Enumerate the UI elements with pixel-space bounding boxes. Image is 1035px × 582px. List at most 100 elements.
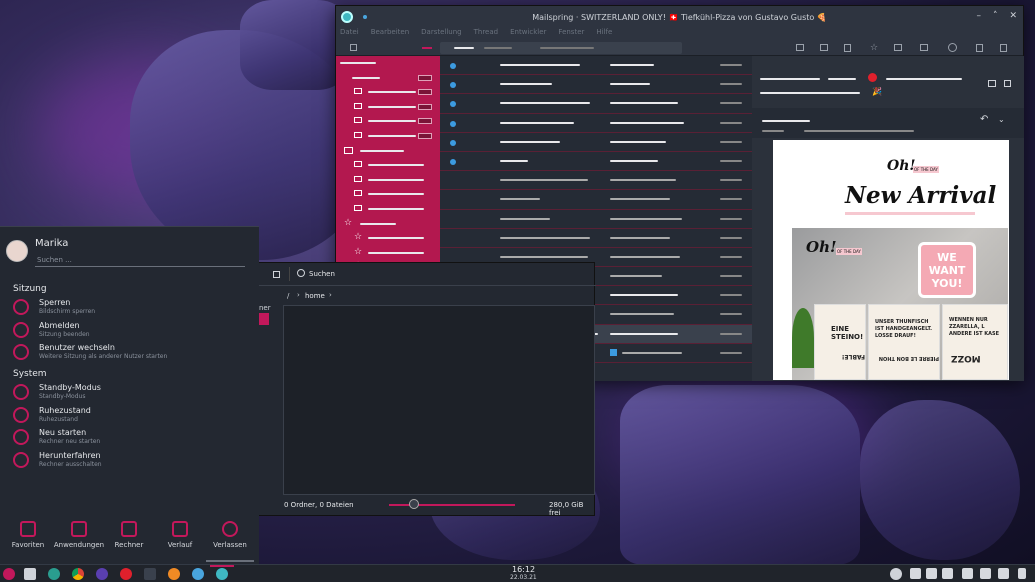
tab-computer[interactable]: Rechner: [103, 521, 155, 549]
sidebar-item[interactable]: [336, 144, 440, 159]
breadcrumb-home[interactable]: home: [305, 292, 325, 300]
show-desktop-icon[interactable]: [1018, 568, 1026, 579]
menu-bearbeiten[interactable]: Bearbeiten: [371, 28, 409, 40]
sidebar-item[interactable]: [336, 100, 440, 115]
menu-fenster[interactable]: Fenster: [558, 28, 584, 40]
archive-icon[interactable]: [796, 44, 804, 51]
menu-entwickler[interactable]: Entwickler: [510, 28, 546, 40]
sidebar-item[interactable]: [336, 158, 440, 173]
search-icon[interactable]: [297, 269, 305, 277]
file-manager-task[interactable]: [24, 568, 36, 580]
file-view[interactable]: [283, 305, 595, 495]
notification-icon[interactable]: [910, 568, 921, 579]
menu-hilfe[interactable]: Hilfe: [596, 28, 612, 40]
terminal-task[interactable]: [144, 568, 156, 580]
shutdown-button[interactable]: Herunterfahren Rechner ausschalten: [13, 451, 102, 468]
close-button[interactable]: ✕: [1009, 11, 1017, 21]
thread-row[interactable]: [440, 229, 752, 248]
hibernate-button[interactable]: Ruhezustand Ruhezustand: [13, 406, 91, 423]
snooze-icon[interactable]: [948, 43, 957, 52]
clock-time[interactable]: 16:12: [512, 565, 535, 574]
kde-connect-icon[interactable]: [890, 568, 902, 580]
app-task[interactable]: [48, 568, 60, 580]
switch-user-button[interactable]: Benutzer wechseln Weitere Sitzung als and…: [13, 343, 167, 360]
thread-row[interactable]: [440, 171, 752, 191]
zoom-slider[interactable]: [389, 504, 515, 506]
popout-icon[interactable]: [1004, 80, 1011, 87]
standby-button[interactable]: Standby-Modus Standby-Modus: [13, 383, 101, 400]
chrome-task[interactable]: [72, 568, 84, 580]
sidebar-account-header[interactable]: [336, 56, 440, 71]
herb-decoration: [792, 308, 814, 368]
star-icon[interactable]: ☆: [870, 43, 878, 53]
minimize-button[interactable]: –: [976, 11, 981, 21]
star-icon: ☆: [344, 217, 353, 228]
share-icon[interactable]: [976, 44, 983, 52]
activity-icon[interactable]: [422, 47, 432, 49]
print-icon[interactable]: [988, 80, 996, 87]
tab-leave[interactable]: Verlassen: [204, 521, 256, 549]
trash-icon[interactable]: [844, 44, 851, 52]
more-icon[interactable]: [1000, 44, 1007, 52]
lock-icon: [13, 299, 29, 315]
shutdown-icon: [13, 452, 29, 468]
restart-button[interactable]: Neu starten Rechner neu starten: [13, 428, 100, 445]
vlc-task[interactable]: [168, 568, 180, 580]
window-title: Mailspring · SWITZERLAND ONLY! 🇨🇭 Tiefkü…: [532, 12, 827, 22]
sidebar-item[interactable]: [336, 187, 440, 202]
avatar[interactable]: [6, 240, 28, 262]
network-icon[interactable]: [980, 568, 991, 579]
volume-icon[interactable]: [962, 568, 973, 579]
thread-row[interactable]: [440, 56, 752, 76]
sidebar-item[interactable]: ☆: [336, 246, 440, 261]
expand-tray-icon[interactable]: [998, 568, 1009, 579]
tab-history[interactable]: Verlauf: [154, 521, 206, 549]
launcher-button[interactable]: [3, 568, 15, 580]
thread-row[interactable]: [440, 210, 752, 229]
thread-row[interactable]: [440, 190, 752, 210]
chat-task[interactable]: [192, 568, 204, 580]
thread-row[interactable]: [440, 133, 752, 152]
updates-icon[interactable]: [926, 568, 937, 579]
breadcrumb-root[interactable]: /: [287, 292, 289, 300]
menu-thread[interactable]: Thread: [474, 28, 498, 40]
sidebar-item[interactable]: [336, 173, 440, 188]
mailspring-task[interactable]: [216, 568, 228, 580]
sidebar-item[interactable]: [336, 114, 440, 129]
switch-user-icon: [13, 344, 29, 360]
chevron-down-icon[interactable]: ⌄: [998, 115, 1005, 124]
sidebar-item[interactable]: [336, 85, 440, 100]
mark-read-icon[interactable]: [894, 44, 902, 51]
tab-favorites[interactable]: Favoriten: [2, 521, 54, 549]
logout-button[interactable]: Abmelden Sitzung beenden: [13, 321, 90, 338]
compose-icon[interactable]: [350, 44, 357, 51]
tab-applications[interactable]: Anwendungen: [53, 521, 105, 549]
maximize-button[interactable]: ˄: [993, 11, 998, 21]
menu-datei[interactable]: Datei: [340, 28, 359, 40]
speech-bubble: WE WANT YOU!: [918, 242, 976, 298]
opera-task[interactable]: [120, 568, 132, 580]
clock-date[interactable]: 22.03.21: [510, 574, 537, 581]
menu-darstellung[interactable]: Darstellung: [421, 28, 461, 40]
search-input[interactable]: [440, 42, 682, 54]
zoom-slider-handle[interactable]: [409, 499, 419, 509]
view-grid-icon[interactable]: [273, 271, 280, 278]
sidebar-item-starred[interactable]: ☆: [336, 217, 440, 232]
firefox-task[interactable]: [96, 568, 108, 580]
sidebar-item[interactable]: [336, 71, 440, 86]
sidebar-item[interactable]: [336, 129, 440, 144]
thread-row[interactable]: [440, 114, 752, 133]
item-subtitle: Sitzung beenden: [39, 331, 90, 338]
move-folder-icon[interactable]: [920, 44, 928, 51]
clipboard-icon[interactable]: [942, 568, 953, 579]
reply-icon[interactable]: ↶: [980, 114, 988, 125]
thread-row[interactable]: [440, 94, 752, 114]
lock-button[interactable]: Sperren Bildschirm sperren: [13, 298, 95, 315]
sidebar-item[interactable]: ☆: [336, 231, 440, 246]
spam-icon[interactable]: [820, 44, 828, 51]
sidebar-item[interactable]: [336, 202, 440, 217]
search-button[interactable]: Suchen: [309, 270, 335, 278]
thread-row[interactable]: [440, 152, 752, 172]
thread-row[interactable]: [440, 75, 752, 95]
search-input[interactable]: Suchen ...: [35, 253, 245, 267]
